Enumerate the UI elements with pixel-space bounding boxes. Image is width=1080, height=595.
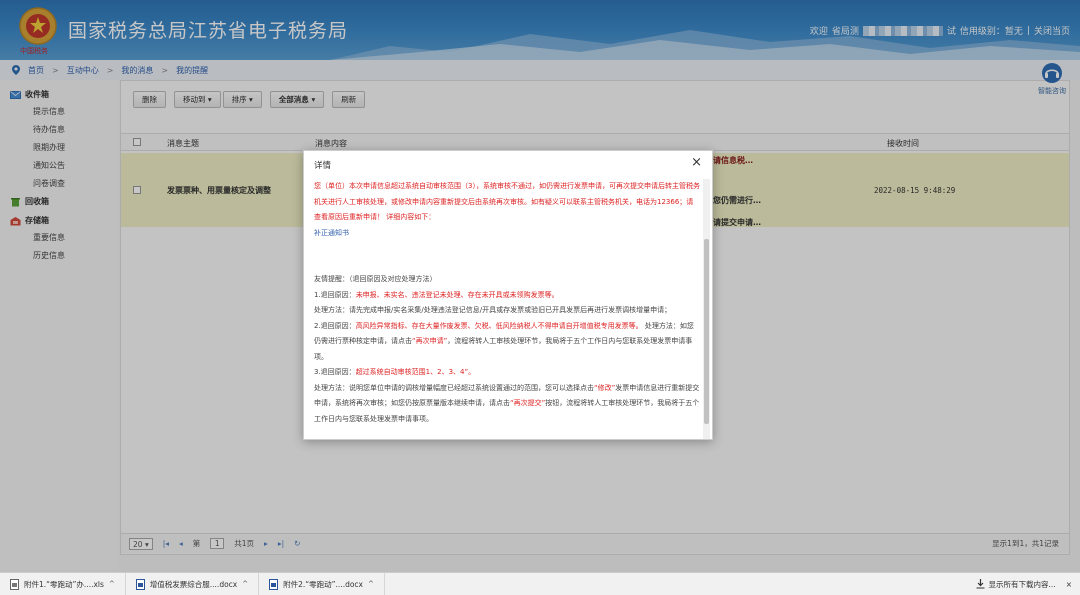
chevron-up-icon[interactable]: ^ — [109, 580, 115, 588]
word-file-icon — [269, 578, 279, 590]
resubmit-action[interactable]: “再次提交” — [510, 399, 545, 407]
show-all-downloads[interactable]: 显示所有下载内容... — [976, 579, 1064, 590]
download-item[interactable]: 增值税发票综合服....docx ^ — [126, 572, 260, 595]
chevron-up-icon[interactable]: ^ — [242, 580, 248, 588]
close-icon[interactable]: × — [691, 155, 702, 170]
reason-3: 3.退回原因：超过系统自动审核范围1、2、3、4”。 — [314, 368, 476, 376]
fix-1: 处理方法：请先完成申报/实名采集/处理违法登记信息/开具或存发票或验旧已开具发票… — [314, 306, 672, 314]
correction-notice-link[interactable]: 补正通知书 — [314, 226, 700, 242]
detail-dialog: 详情 × 您（单位）本次申请信息超过系统自动审核范围（3），系统审核不通过，如仍… — [303, 150, 713, 440]
download-item[interactable]: 附件1.“零跑动”办....xls ^ — [0, 572, 126, 595]
download-item[interactable]: 附件2.“零跑动”....docx ^ — [259, 572, 385, 595]
dialog-title: 详情 — [314, 161, 332, 171]
rejection-message: 您（单位）本次申请信息超过系统自动审核范围（3），系统审核不通过，如仍需进行发票… — [314, 182, 700, 221]
download-icon — [976, 579, 985, 589]
reapply-action[interactable]: “再次申请” — [412, 337, 447, 345]
dialog-scrollbar[interactable] — [703, 179, 710, 439]
word-file-icon — [135, 578, 145, 590]
modify-action[interactable]: “修改” — [594, 384, 615, 392]
download-bar: 附件1.“零跑动”办....xls ^ 增值税发票综合服....docx ^ 附… — [0, 572, 1080, 595]
reason-1: 1.退回原因：未申报、未实名、违法登记未处理、存在未开具或未领购发票等。 — [314, 290, 559, 299]
tip-title: 友情提醒：（退回原因及对应处理方法） — [314, 275, 437, 283]
spreadsheet-file-icon — [10, 578, 19, 590]
scrollbar-thumb[interactable] — [704, 239, 709, 424]
chevron-up-icon[interactable]: ^ — [368, 580, 374, 588]
fix-3: 处理方法：说明您单位申请的调核增量幅度已经超过系统设置通过的范围，您可以选择点击… — [314, 383, 700, 423]
dialog-body: 您（单位）本次申请信息超过系统自动审核范围（3），系统审核不通过，如仍需进行发票… — [314, 179, 700, 437]
close-download-bar-icon[interactable]: × — [1064, 580, 1080, 589]
reason-2: 2.退回原因：高风险异常指标、存在大量作废发票、欠税、低风险纳税人不得申请自开增… — [314, 321, 694, 361]
